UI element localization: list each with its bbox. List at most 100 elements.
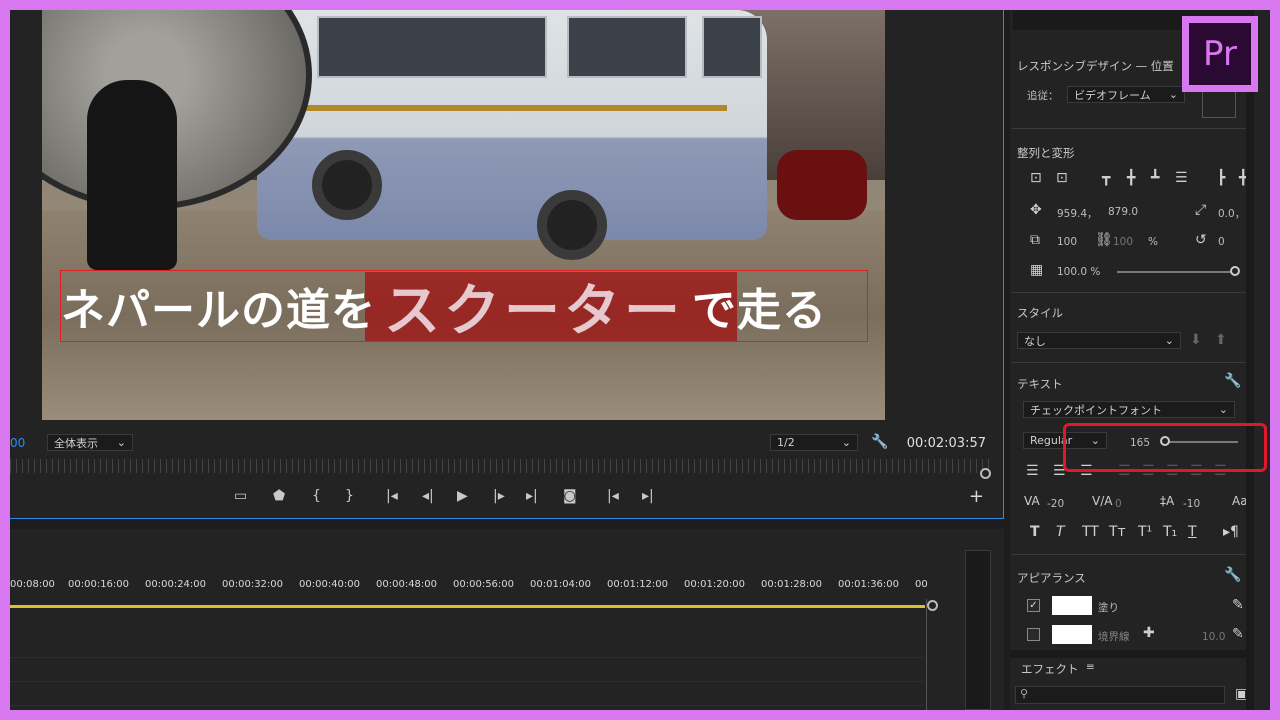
monitor-time-ruler[interactable] [10, 459, 990, 473]
bus-wheel [537, 190, 607, 260]
distribute-icon[interactable]: ☰ [1175, 170, 1188, 186]
bus-wheel [312, 150, 382, 220]
transport-controls: ▭ ⬟ { } |◂ ◂| ▶ |▸ ▸| ◙ |◂ ▸| + [10, 484, 1004, 512]
link-icon[interactable]: ⛓ [1095, 232, 1113, 248]
timeline-tick: 00:01:36:00 [838, 579, 900, 590]
align-left-icon[interactable]: ┣ [1217, 170, 1225, 186]
premiere-logo: Pr [1182, 16, 1258, 92]
font-select[interactable]: チェックポイントフォント ⌄ [1023, 401, 1235, 418]
subscript-icon[interactable]: T₁ [1163, 524, 1177, 540]
stroke-color-swatch[interactable] [1052, 625, 1092, 644]
leading-icon: ‡A [1160, 494, 1175, 508]
step-forward-icon[interactable]: |▸ [493, 488, 505, 504]
font-select-value: チェックポイントフォント [1030, 403, 1162, 417]
divider [1012, 554, 1246, 555]
step-back-icon[interactable]: ◂| [422, 488, 434, 504]
push-style-icon[interactable]: ⬇ [1190, 332, 1202, 348]
lift-icon[interactable]: |◂ [607, 488, 619, 504]
kerning-value[interactable]: 0 [1115, 498, 1122, 510]
pull-style-icon[interactable]: ⬆ [1215, 332, 1227, 348]
faux-italic-icon[interactable]: T [1056, 524, 1065, 540]
stroke-width-value[interactable]: 10.0 [1202, 631, 1225, 643]
monitor-bar: 00 全体表示 ⌄ 1/2 ⌄ 🔧 00:02:03:57 [10, 420, 1004, 460]
rotation-icon: ↺ [1195, 232, 1207, 248]
essential-graphics-panel: レスポンシブデザイン — 位置 追従： ビデオフレーム ⌄ 整列と変形 ⊡ ⊡ … [1010, 10, 1270, 710]
quality-select[interactable]: 1/2 ⌄ [770, 434, 858, 451]
add-button-icon[interactable]: + [969, 486, 984, 507]
work-area-bar[interactable] [10, 605, 925, 608]
pin-widget-icon[interactable] [1202, 88, 1236, 118]
mark-out-icon[interactable]: } [345, 488, 354, 504]
timeline-ruler[interactable]: 00:08:00 00:00:16:00 00:00:24:00 00:00:3… [10, 569, 940, 599]
timeline-tick: 00:00:32:00 [222, 579, 284, 590]
opacity-slider[interactable] [1117, 271, 1235, 273]
position-icon: ✥ [1030, 202, 1042, 218]
align-horizontal-center-icon[interactable]: ⊡ [1056, 170, 1068, 186]
title-before: ネパールの道を [61, 285, 376, 336]
opacity-value[interactable]: 100.0 % [1057, 266, 1100, 278]
faux-bold-icon[interactable]: T [1030, 524, 1040, 540]
eyedropper-icon[interactable]: ✎ [1232, 626, 1244, 642]
go-to-in-icon[interactable]: |◂ [386, 488, 398, 504]
position-x-value[interactable]: 959.4， [1057, 206, 1098, 221]
leading-value[interactable]: -10 [1183, 498, 1200, 510]
appearance-header: アピアランス [1017, 571, 1086, 585]
align-middle-icon[interactable]: ╋ [1127, 170, 1135, 186]
eyedropper-icon[interactable]: ✎ [1232, 597, 1244, 613]
style-header: スタイル [1017, 306, 1063, 320]
kerning-icon: V/A [1092, 494, 1113, 508]
effects-search-input[interactable]: ⚲ [1015, 686, 1225, 704]
title-after: で走る [692, 285, 827, 336]
divider [1012, 362, 1246, 363]
fill-checkbox[interactable]: ✓ [1027, 599, 1040, 612]
superscript-icon[interactable]: T¹ [1138, 524, 1152, 540]
align-left-text-icon[interactable]: ☰ [1026, 463, 1039, 479]
anchor-value[interactable]: 0.0， [1218, 206, 1245, 221]
go-to-out-icon[interactable]: ▸| [526, 488, 538, 504]
title-bounding-box[interactable]: ネパールの道を スクーター で走る [60, 270, 868, 344]
duration-timecode: 00:02:03:57 [906, 436, 986, 451]
rotation-value[interactable]: 0 [1218, 236, 1225, 248]
wrench-icon[interactable]: 🔧 [871, 434, 888, 450]
scale-value[interactable]: 100 [1057, 236, 1077, 248]
timeline-panel: 00:08:00 00:00:16:00 00:00:24:00 00:00:3… [10, 529, 1004, 710]
align-bottom-icon[interactable]: ┻ [1151, 170, 1159, 186]
add-stroke-icon[interactable]: ✚ [1143, 625, 1155, 641]
playhead-timecode[interactable]: 00 [10, 436, 25, 450]
divider [1012, 292, 1246, 293]
chevron-down-icon: ⌄ [1218, 403, 1228, 416]
zoom-handle[interactable] [980, 468, 991, 479]
align-vertical-center-icon[interactable]: ⊡ [1030, 170, 1042, 186]
stroke-checkbox[interactable] [1027, 628, 1040, 641]
zoom-select[interactable]: 全体表示 ⌄ [47, 434, 133, 451]
all-caps-icon[interactable]: TT [1082, 524, 1099, 540]
mark-in-icon[interactable]: { [312, 488, 321, 504]
zoom-select-value: 全体表示 [54, 436, 98, 450]
style-select[interactable]: なし ⌄ [1017, 332, 1181, 349]
timeline-zoom-handle[interactable] [927, 600, 938, 611]
align-top-icon[interactable]: ┳ [1102, 170, 1110, 186]
camera-icon[interactable]: ◙ [563, 488, 577, 504]
add-marker-icon[interactable]: ⬟ [273, 488, 285, 504]
underline-icon[interactable]: T [1188, 524, 1197, 540]
extract-icon[interactable]: ▸| [642, 488, 654, 504]
wrench-icon[interactable]: 🔧 [1224, 373, 1241, 389]
title-highlight-text: スクーター [384, 278, 684, 344]
opacity-slider-knob[interactable] [1230, 266, 1240, 276]
position-y-value[interactable]: 879.0 [1108, 206, 1138, 218]
small-caps-icon[interactable]: Tт [1109, 524, 1126, 540]
video-frame[interactable]: ネパールの道を スクーター で走る [42, 10, 885, 420]
timeline-tick: 00:00:56:00 [453, 579, 515, 590]
timeline-scrollbar[interactable] [926, 599, 927, 710]
timeline-tick: 00:00:48:00 [376, 579, 438, 590]
safe-margins-icon[interactable]: ▭ [234, 488, 247, 504]
title-text[interactable]: ネパールの道を スクーター で走る [61, 271, 867, 344]
tracking-value[interactable]: -20 [1047, 498, 1064, 510]
wrench-icon[interactable]: 🔧 [1224, 567, 1241, 583]
text-direction-icon[interactable]: ▸¶ [1223, 524, 1239, 540]
play-icon[interactable]: ▶ [457, 488, 468, 504]
fill-color-swatch[interactable] [1052, 596, 1092, 615]
follow-select[interactable]: ビデオフレーム ⌄ [1067, 86, 1185, 103]
effects-menu-icon[interactable]: ≡ [1086, 661, 1095, 673]
panel-scrollbar[interactable] [1246, 10, 1254, 710]
